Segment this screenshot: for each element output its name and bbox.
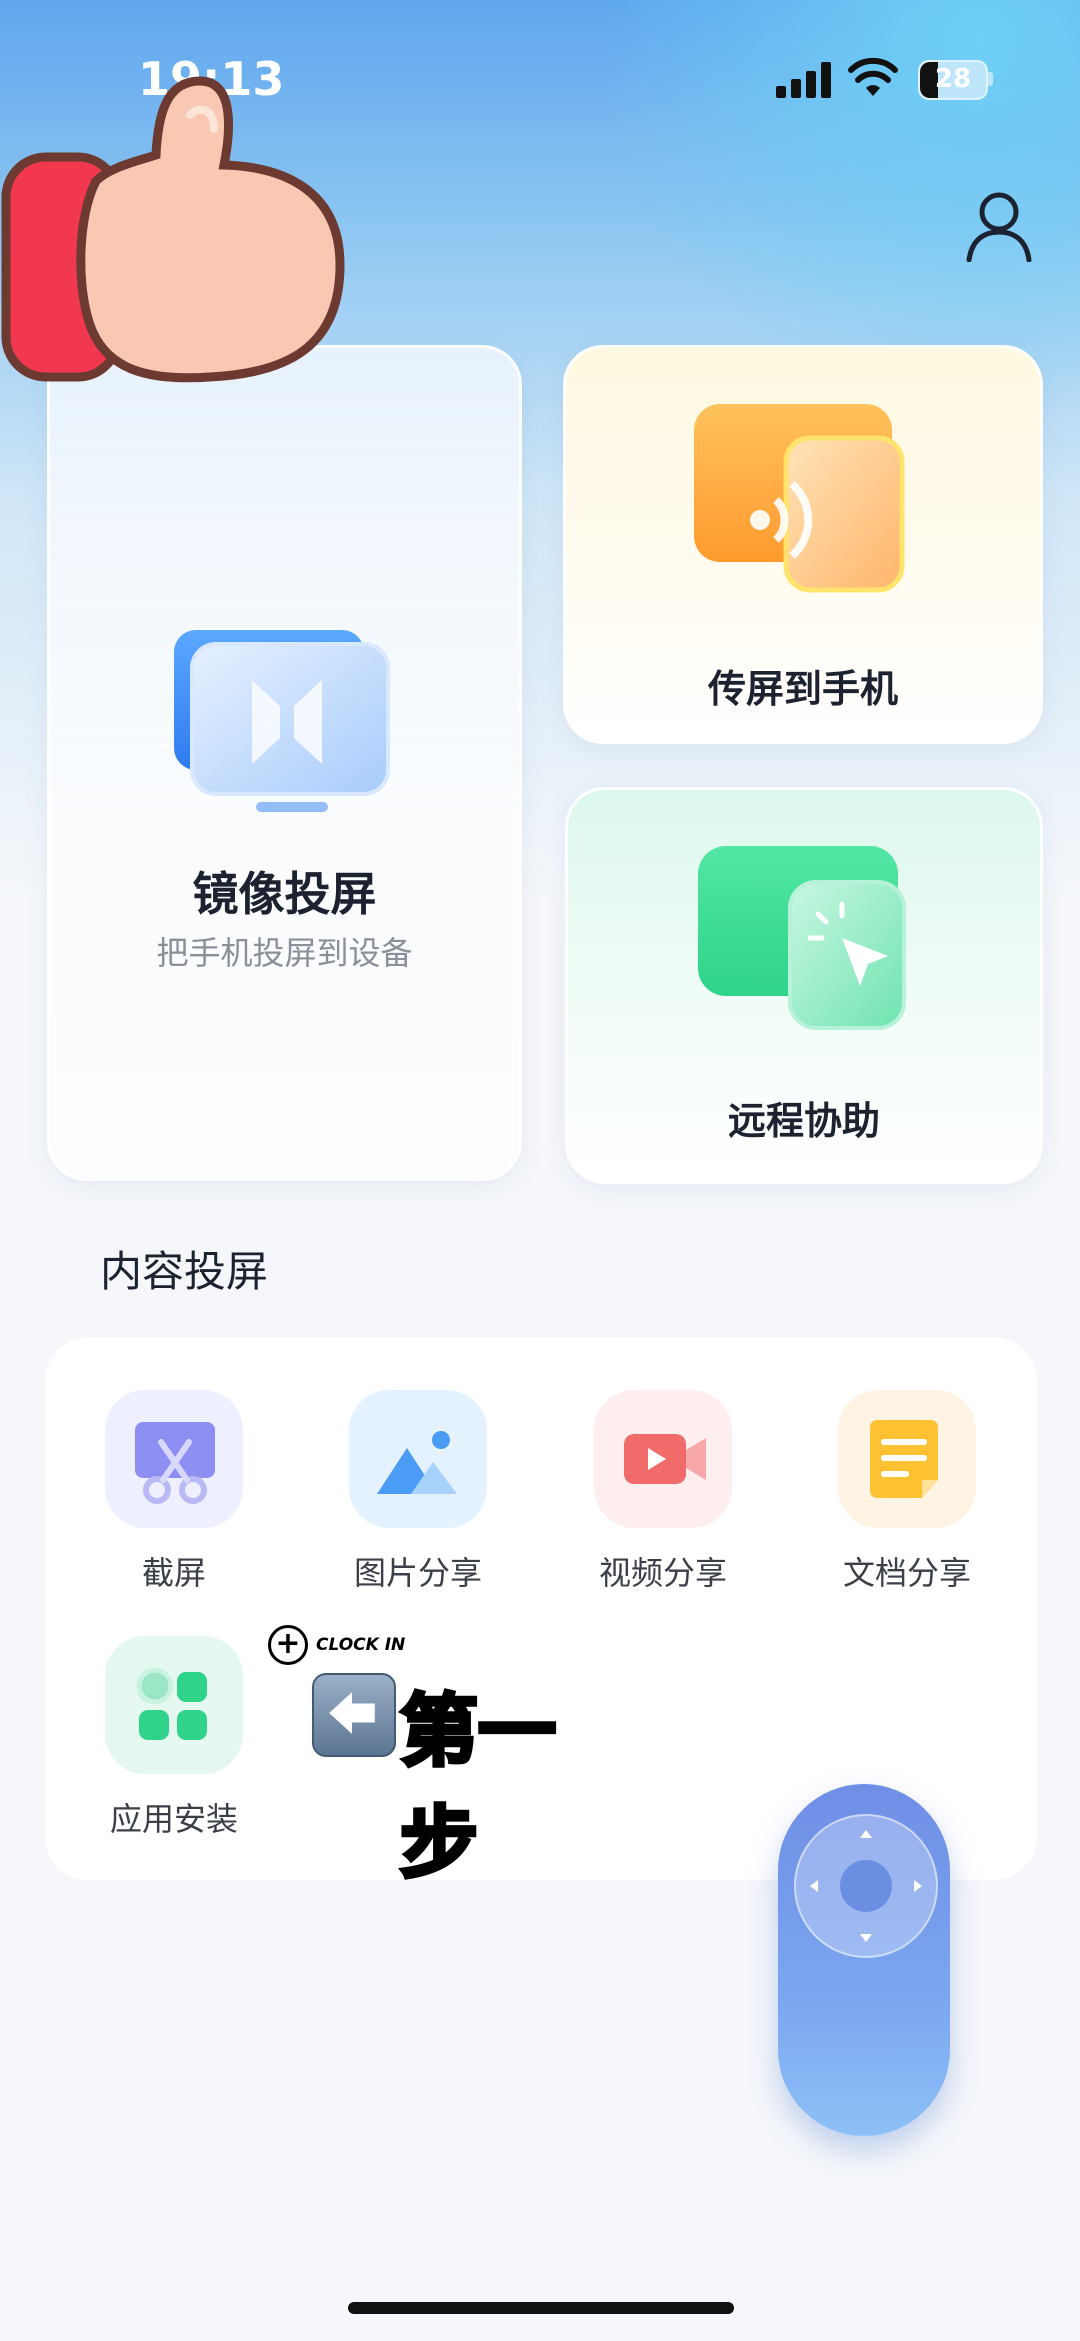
left-arrow-icon: [312, 1673, 396, 1757]
cast-to-phone-icon: [694, 404, 905, 593]
tool-app-install-label: 应用安装: [109, 1800, 238, 1838]
tool-document-share[interactable]: 文档分享: [807, 1390, 1007, 1594]
dpad-arrows-icon: [810, 1830, 922, 1942]
battery-icon: 28: [918, 60, 988, 100]
tool-app-install[interactable]: 应用安装: [74, 1636, 274, 1840]
mirror-screen-icon: [174, 630, 390, 812]
video-share-icon: [594, 1390, 732, 1528]
tool-screenshot-label: 截屏: [141, 1554, 206, 1592]
clock-in-label: + CLOCK IN: [268, 1625, 405, 1665]
dpad-ring[interactable]: [794, 1814, 938, 1958]
thumbs-up-icon: [1, 76, 345, 383]
document-share-icon: [838, 1390, 976, 1528]
image-share-icon: [349, 1390, 487, 1528]
floating-remote-control[interactable]: [778, 1784, 950, 2136]
remote-assist-title: 远程协助: [727, 1099, 880, 1143]
tool-video-share[interactable]: 视频分享: [563, 1390, 763, 1594]
plus-icon: +: [268, 1625, 308, 1665]
wifi-icon: [848, 57, 898, 96]
step-one-sticker: + CLOCK IN 第一步: [268, 1625, 628, 1891]
remote-cursor-icon: [698, 846, 906, 1030]
user-profile-icon[interactable]: [964, 190, 1034, 262]
content-cast-section-title: 内容投屏: [100, 1247, 269, 1296]
home-indicator[interactable]: [348, 2302, 734, 2314]
step-one-text: 第一步: [398, 1685, 558, 1891]
tool-document-share-label: 文档分享: [842, 1554, 971, 1592]
screenshot-scissors-icon: [105, 1390, 243, 1528]
app-install-icon: [105, 1636, 243, 1774]
battery-level: 28: [934, 64, 972, 94]
mirror-cast-subtitle: 把手机投屏到设备: [156, 934, 413, 972]
tool-screenshot[interactable]: 截屏: [74, 1390, 274, 1594]
tool-image-share[interactable]: 图片分享: [318, 1390, 518, 1594]
mirror-cast-title: 镜像投屏: [192, 867, 377, 921]
tool-image-share-label: 图片分享: [353, 1554, 482, 1592]
tool-video-share-label: 视频分享: [598, 1554, 727, 1592]
cast-to-phone-title: 传屏到手机: [707, 667, 898, 711]
cellular-signal-icon: [776, 62, 832, 98]
